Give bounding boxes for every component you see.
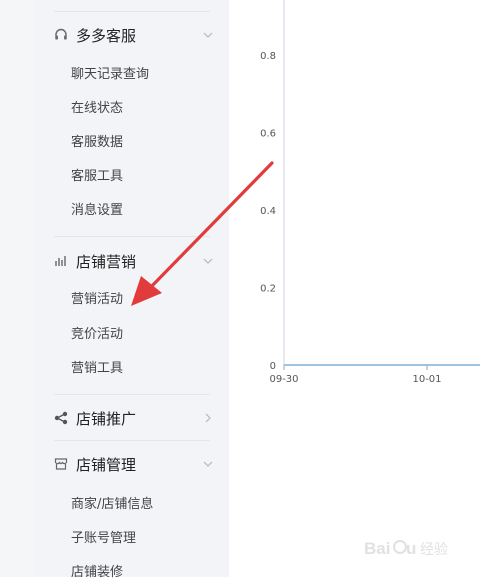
section-store-management[interactable]: 店铺管理 [34, 450, 229, 478]
sidebar-item-marketing-activities[interactable]: 营销活动 [71, 292, 123, 308]
divider [54, 236, 210, 237]
section-customer-service[interactable]: 多多客服 [34, 21, 229, 49]
chevron-down-icon [203, 461, 213, 467]
share-icon [54, 411, 68, 425]
sidebar-item-bidding-activities[interactable]: 竞价活动 [71, 327, 123, 343]
line-chart: 0 0.2 0.4 0.6 0.8 09-30 10-01 [260, 0, 480, 385]
sidebar-item-store-decoration[interactable]: 店铺装修 [71, 565, 123, 581]
y-tick-label: 0.6 [260, 129, 276, 140]
sidebar-item-online-status[interactable]: 在线状态 [71, 101, 123, 117]
section-label: 店铺推广 [76, 409, 137, 428]
svg-text:Bai: Bai [364, 539, 390, 558]
sidebar-item-chat-records[interactable]: 聊天记录查询 [71, 67, 149, 83]
y-tick-label: 0.8 [260, 51, 276, 62]
sidebar-item-marketing-tools[interactable]: 营销工具 [71, 361, 123, 377]
watermark-logo: Bai u 经验 [364, 539, 448, 558]
svg-text:u: u [406, 539, 416, 558]
divider [54, 440, 210, 441]
x-tick-label: 09-30 [269, 374, 298, 385]
section-store-marketing[interactable]: 店铺营销 [34, 247, 229, 275]
section-label: 多多客服 [76, 26, 137, 45]
left-gutter [0, 0, 34, 577]
x-tick-label: 10-01 [412, 374, 441, 385]
section-label: 店铺营销 [76, 252, 137, 271]
sidebar-item-subaccount-management[interactable]: 子账号管理 [71, 531, 136, 547]
section-store-promotion[interactable]: 店铺推广 [34, 404, 229, 432]
chevron-down-icon [203, 32, 213, 38]
sidebar-item-service-tools[interactable]: 客服工具 [71, 169, 123, 185]
sidebar [34, 0, 229, 577]
sidebar-item-service-data[interactable]: 客服数据 [71, 135, 123, 151]
sidebar-item-message-settings[interactable]: 消息设置 [71, 203, 123, 219]
y-tick-label: 0.2 [260, 284, 276, 295]
y-tick-label: 0 [270, 361, 276, 372]
section-label: 店铺管理 [76, 455, 137, 474]
divider [54, 394, 210, 395]
bar-chart-icon [55, 256, 66, 266]
chevron-down-icon [203, 258, 213, 264]
headset-icon [55, 28, 67, 40]
watermark-text: 经验 [420, 542, 448, 558]
chevron-right-icon [205, 413, 211, 423]
sidebar-item-store-info[interactable]: 商家/店铺信息 [71, 497, 153, 513]
divider [54, 11, 210, 12]
y-tick-label: 0.4 [260, 206, 276, 217]
store-icon [54, 458, 68, 470]
